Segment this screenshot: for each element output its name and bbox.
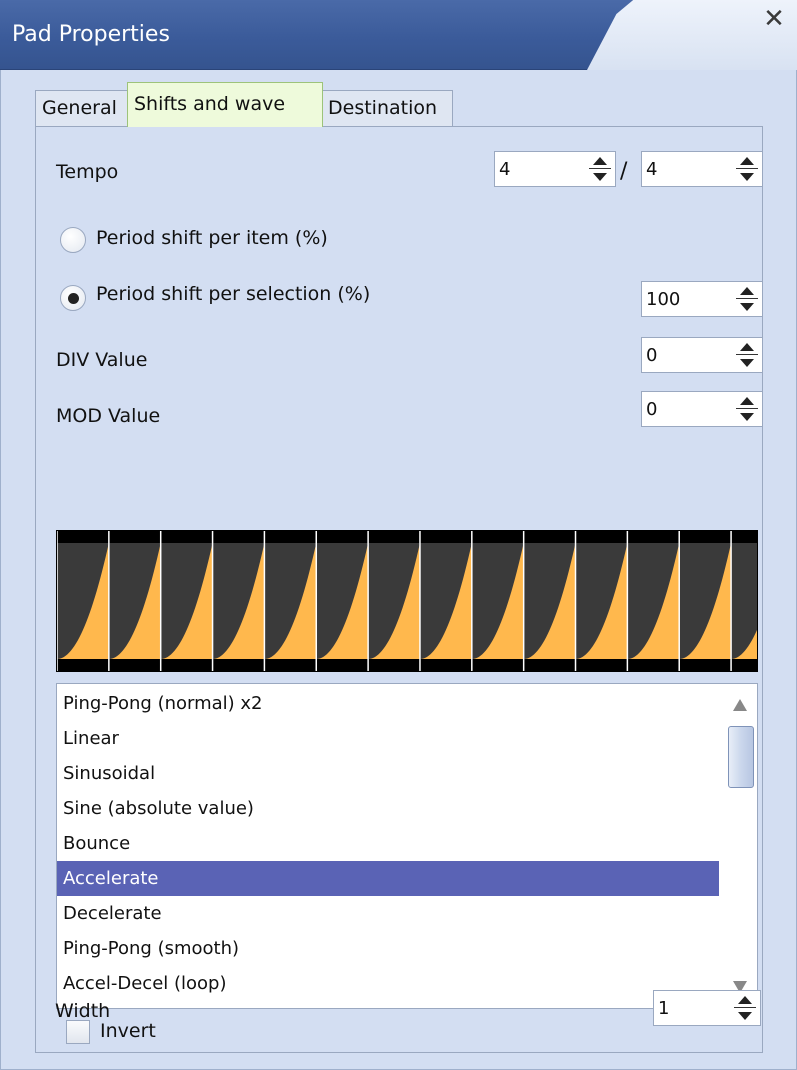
width-spinner[interactable]	[653, 990, 761, 1026]
spin-separator	[736, 168, 758, 169]
spin-down-icon[interactable]	[593, 173, 607, 181]
spin-up-icon[interactable]	[740, 343, 754, 351]
list-item[interactable]: Sine (absolute value)	[63, 791, 254, 826]
div-value-input[interactable]	[646, 342, 718, 368]
waveform-graph	[57, 531, 757, 671]
spin-down-icon[interactable]	[740, 303, 754, 311]
spin-up-icon[interactable]	[740, 157, 754, 165]
list-item[interactable]: Linear	[63, 721, 119, 756]
spin-separator	[589, 168, 611, 169]
tempo-separator: /	[620, 159, 628, 184]
wave-type-list[interactable]: Ping-Pong (normal) x2 Linear Sinusoidal …	[56, 683, 758, 1009]
spin-down-icon[interactable]	[738, 1012, 752, 1020]
close-icon[interactable]: ✕	[761, 6, 787, 32]
radio-selected-dot	[68, 293, 79, 304]
mod-spin-buttons[interactable]	[736, 395, 758, 423]
pad-properties-window: Pad Properties ✕ General Shifts and wave…	[0, 0, 797, 1070]
spin-up-icon[interactable]	[593, 157, 607, 165]
mod-value-label: MOD Value	[56, 405, 161, 427]
spin-up-icon[interactable]	[740, 397, 754, 405]
scroll-thumb[interactable]	[728, 726, 754, 788]
list-item-selected[interactable]: Accelerate	[57, 861, 719, 896]
spin-separator	[736, 408, 758, 409]
spin-separator	[736, 298, 758, 299]
list-item[interactable]: Decelerate	[63, 896, 162, 931]
waveform-preview	[56, 530, 758, 672]
tab-general[interactable]: General	[35, 90, 129, 126]
period-shift-selection-label[interactable]: Period shift per selection (%)	[96, 283, 370, 305]
spin-up-icon[interactable]	[740, 287, 754, 295]
tempo-numerator-spin-buttons[interactable]	[589, 155, 611, 183]
tab-destination[interactable]: Destination	[321, 90, 453, 126]
width-input[interactable]	[658, 995, 722, 1021]
window-title: Pad Properties	[12, 22, 170, 47]
div-spin-buttons[interactable]	[736, 341, 758, 369]
mod-value-input[interactable]	[646, 396, 718, 422]
tempo-label: Tempo	[56, 161, 119, 183]
title-bar[interactable]: Pad Properties ✕	[0, 0, 797, 70]
shifts-and-wave-panel: Tempo / Period shift per	[35, 126, 763, 1053]
div-value-label: DIV Value	[56, 349, 148, 371]
invert-label[interactable]: Invert	[100, 1020, 156, 1042]
tab-shifts-and-wave[interactable]: Shifts and wave	[127, 82, 323, 127]
width-spin-buttons[interactable]	[734, 994, 756, 1022]
list-item[interactable]: Accel-Decel (loop)	[63, 966, 227, 1001]
invert-checkbox[interactable]	[66, 1020, 90, 1044]
scroll-up-icon[interactable]	[733, 699, 747, 711]
dialog-client-area: General Shifts and wave Destination Temp…	[0, 70, 797, 1070]
spin-down-icon[interactable]	[740, 359, 754, 367]
period-shift-item-label[interactable]: Period shift per item (%)	[96, 227, 328, 249]
spin-down-icon[interactable]	[740, 173, 754, 181]
tempo-denominator-spin-buttons[interactable]	[736, 155, 758, 183]
tempo-numerator-input[interactable]	[499, 156, 571, 182]
tempo-denominator-input[interactable]	[646, 156, 718, 182]
period-shift-selection-spinner[interactable]	[641, 281, 763, 317]
period-shift-selection-radio[interactable]	[60, 285, 86, 311]
spin-separator	[734, 1007, 756, 1008]
list-item[interactable]: Ping-Pong (smooth)	[63, 931, 239, 966]
list-item[interactable]: Ping-Pong (normal) x2	[63, 686, 263, 721]
tempo-denominator-spinner[interactable]	[641, 151, 763, 187]
period-shift-selection-input[interactable]	[646, 286, 718, 312]
div-value-spinner[interactable]	[641, 337, 763, 373]
period-shift-item-radio[interactable]	[60, 227, 86, 253]
spin-separator	[736, 354, 758, 355]
width-label: Width	[55, 1000, 111, 1022]
tempo-numerator-spinner[interactable]	[494, 151, 616, 187]
list-item[interactable]: Bounce	[63, 826, 130, 861]
mod-value-spinner[interactable]	[641, 391, 763, 427]
list-scrollbar[interactable]	[723, 684, 757, 1008]
list-item[interactable]: Sinusoidal	[63, 756, 155, 791]
period-shift-spin-buttons[interactable]	[736, 285, 758, 313]
spin-down-icon[interactable]	[740, 413, 754, 421]
spin-up-icon[interactable]	[738, 996, 752, 1004]
